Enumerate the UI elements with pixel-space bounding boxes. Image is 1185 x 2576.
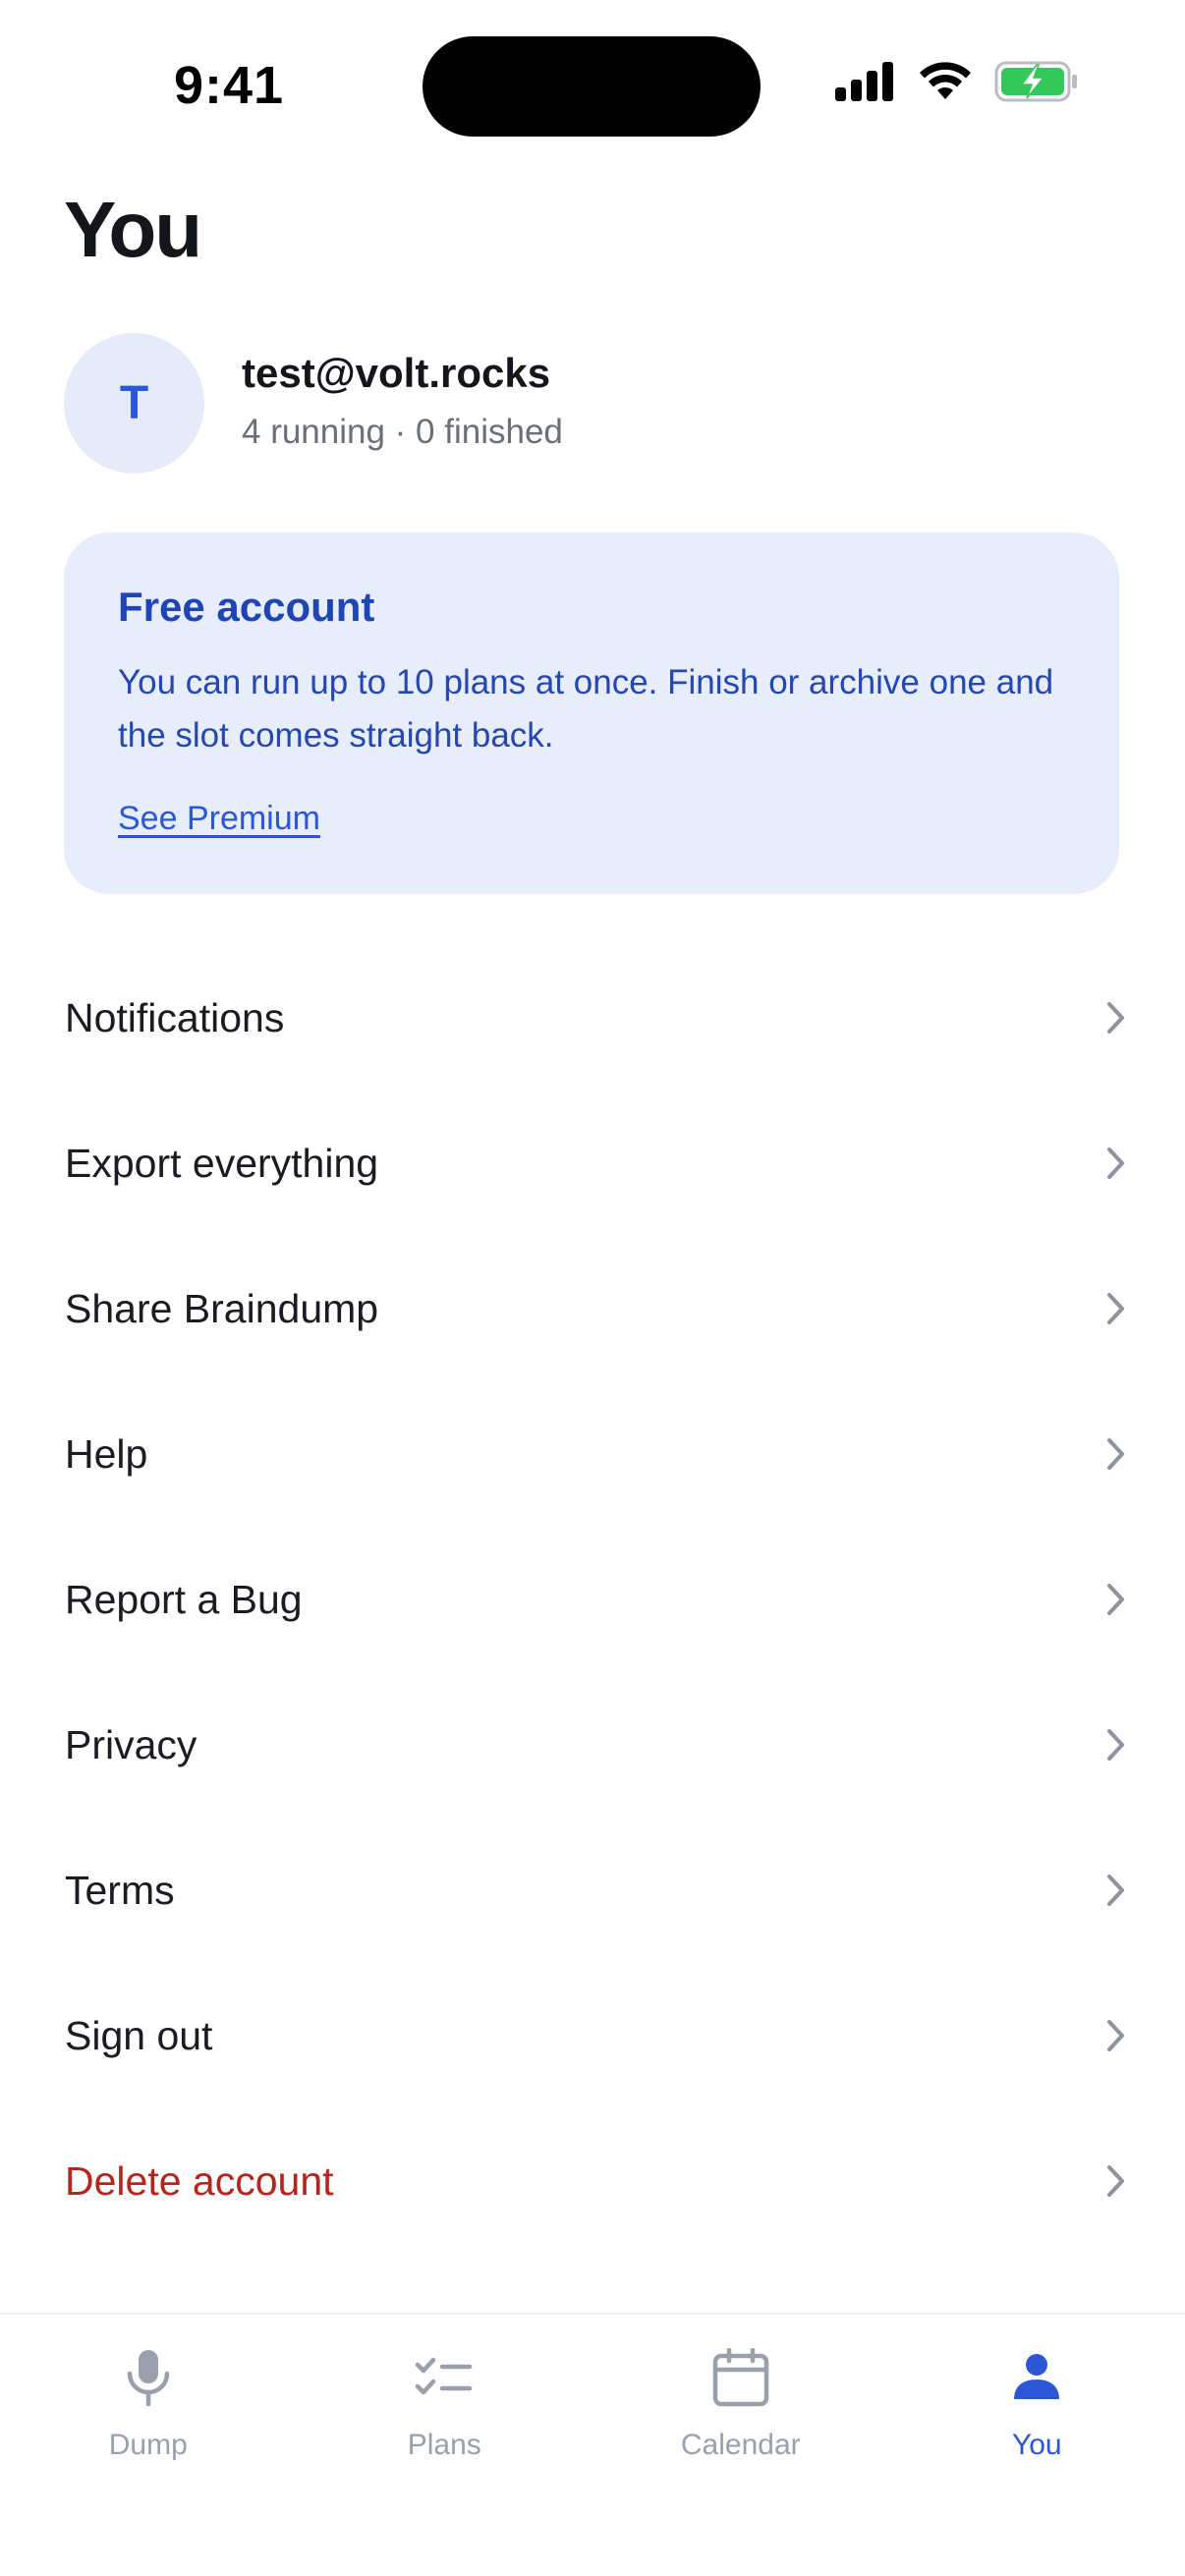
menu-item-label: Sign out [65,2012,213,2058]
menu-item-delete-account[interactable]: Delete account [0,2108,1185,2254]
battery-charging-icon [994,61,1079,107]
profile-email: test@volt.rocks [242,350,551,396]
calendar-icon [709,2346,772,2409]
menu-item-label: Notifications [65,994,285,1040]
settings-menu: Notifications Export everything Share Br… [0,945,1185,2254]
chevron-right-icon [1102,998,1130,1037]
menu-item-label: Delete account [65,2157,334,2204]
tab-label: You [1011,2429,1062,2461]
tab-bar: Dump Plans Calendar You [0,2313,1185,2576]
menu-item-label: Help [65,1430,148,1477]
menu-item-notifications[interactable]: Notifications [0,945,1185,1091]
menu-item-terms[interactable]: Terms [0,1818,1185,1963]
chevron-right-icon [1102,1580,1130,1619]
free-account-card: Free account You can run up to 10 plans … [64,532,1119,894]
tab-dump[interactable]: Dump [0,2315,297,2576]
page-title: You [64,186,202,273]
tab-label: Dump [108,2429,188,2461]
chevron-right-icon [1102,1725,1130,1764]
tab-calendar[interactable]: Calendar [592,2315,889,2576]
tab-plans[interactable]: Plans [297,2315,593,2576]
menu-item-export-everything[interactable]: Export everything [0,1091,1185,1236]
chevron-right-icon [1102,2161,1130,2201]
checklist-icon [413,2346,476,2409]
menu-item-label: Export everything [65,1140,379,1186]
card-title: Free account [118,584,375,630]
menu-item-label: Share Braindump [65,1285,379,1331]
status-bar: 9:41 [0,0,1185,157]
chevron-right-icon [1102,2016,1130,2055]
microphone-icon [117,2346,180,2409]
menu-item-label: Report a Bug [65,1576,303,1622]
chevron-right-icon [1102,1289,1130,1328]
menu-item-sign-out[interactable]: Sign out [0,1963,1185,2108]
person-icon [1005,2346,1068,2409]
tab-label: Plans [407,2429,481,2461]
avatar: T [64,333,204,474]
see-premium-link[interactable]: See Premium [118,800,320,838]
chevron-right-icon [1102,1871,1130,1910]
wifi-icon [918,62,973,106]
cellular-signal-icon [835,62,896,106]
menu-item-report-bug[interactable]: Report a Bug [0,1527,1185,1672]
tab-label: Calendar [680,2429,801,2461]
menu-item-share-braindump[interactable]: Share Braindump [0,1236,1185,1381]
menu-item-label: Terms [65,1867,175,1913]
avatar-initial: T [119,377,149,429]
status-icons [835,61,1079,107]
profile-stats: 4 running · 0 finished [242,413,563,451]
tab-you[interactable]: You [889,2315,1185,2576]
status-time: 9:41 [174,56,285,115]
menu-item-help[interactable]: Help [0,1381,1185,1527]
menu-item-privacy[interactable]: Privacy [0,1672,1185,1818]
menu-item-label: Privacy [65,1721,198,1767]
card-body: You can run up to 10 plans at once. Fini… [118,663,1054,755]
chevron-right-icon [1102,1144,1130,1183]
dynamic-island [423,36,761,137]
chevron-right-icon [1102,1434,1130,1474]
